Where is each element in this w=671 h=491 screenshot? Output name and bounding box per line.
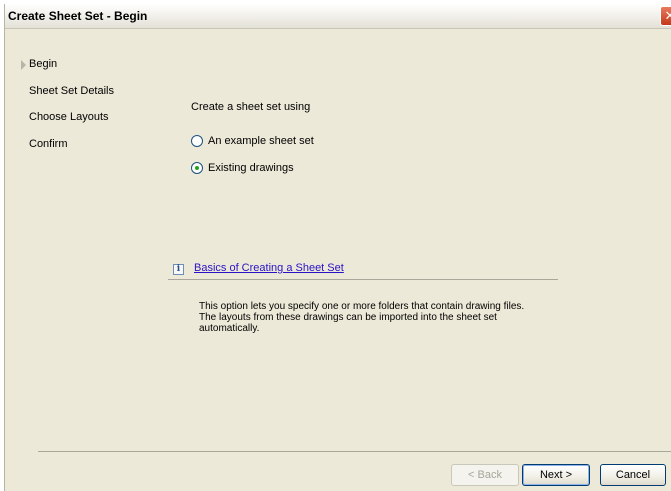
existing-drawings-label[interactable]: Existing drawings (208, 162, 294, 174)
back-button[interactable]: < Back (451, 464, 519, 486)
info-icon: i (173, 264, 184, 275)
close-button[interactable]: ✕ (660, 6, 671, 26)
cancel-button[interactable]: Cancel (600, 464, 666, 486)
step-confirm-label: Confirm (29, 138, 68, 150)
step-choose-layouts-label: Choose Layouts (29, 111, 109, 123)
basics-help-link[interactable]: Basics of Creating a Sheet Set (194, 262, 344, 274)
existing-drawings-radio[interactable] (191, 162, 203, 174)
current-step-arrow-icon (21, 60, 26, 70)
help-divider (168, 279, 558, 280)
example-sheet-set-radio[interactable] (191, 135, 203, 147)
close-icon: ✕ (664, 8, 671, 23)
window-title: Create Sheet Set - Begin (8, 9, 148, 23)
example-sheet-set-label[interactable]: An example sheet set (208, 135, 314, 147)
create-sheet-set-dialog: Create Sheet Set - Begin ✕ Begin Sheet S… (4, 4, 671, 491)
next-button[interactable]: Next > (522, 464, 590, 486)
option-description: This option lets you specify one or more… (199, 301, 525, 334)
create-using-prompt: Create a sheet set using (191, 101, 311, 113)
step-sheet-set-details-label: Sheet Set Details (29, 85, 114, 97)
step-begin-label: Begin (29, 58, 58, 70)
button-divider (38, 451, 671, 452)
title-bar: Create Sheet Set - Begin ✕ (5, 4, 671, 29)
